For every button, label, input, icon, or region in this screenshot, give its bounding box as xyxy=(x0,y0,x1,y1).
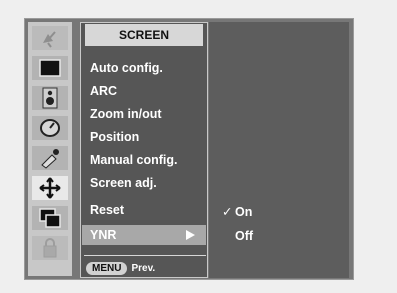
lock-icon[interactable] xyxy=(32,236,68,260)
menu-item-arc[interactable]: ARC xyxy=(90,81,206,101)
submenu-option-label: Off xyxy=(235,229,254,243)
check-icon: ✓ xyxy=(222,205,233,219)
speaker-icon[interactable] xyxy=(32,86,68,110)
footer-divider xyxy=(84,255,206,256)
menu-item-zoom[interactable]: Zoom in/out xyxy=(90,104,206,124)
submenu-option-off[interactable]: Off xyxy=(222,226,253,246)
category-icon-column xyxy=(28,22,72,276)
menu-item-reset[interactable]: Reset xyxy=(90,200,206,220)
screen-adjust-icon[interactable] xyxy=(32,176,68,200)
submenu-arrow-icon xyxy=(186,230,195,240)
menu-item-position[interactable]: Position xyxy=(90,127,206,147)
submenu-option-label: On xyxy=(235,205,253,219)
satellite-dish-icon[interactable] xyxy=(32,26,68,50)
special-tool-icon[interactable] xyxy=(32,146,68,170)
pip-icon[interactable] xyxy=(32,206,68,230)
menu-footer: MENU Prev. xyxy=(86,260,155,276)
menu-item-manual-config[interactable]: Manual config. xyxy=(90,150,206,170)
menu-item-screen-adj[interactable]: Screen adj. xyxy=(90,173,206,193)
picture-icon[interactable] xyxy=(32,56,68,80)
menu-title: SCREEN xyxy=(85,24,203,46)
footer-prev-label: Prev. xyxy=(131,262,156,274)
submenu-option-on[interactable]: ✓ On xyxy=(222,202,252,222)
menu-key-button[interactable]: MENU xyxy=(86,261,128,275)
menu-item-auto-config[interactable]: Auto config. xyxy=(90,58,206,78)
clock-icon[interactable] xyxy=(32,116,68,140)
